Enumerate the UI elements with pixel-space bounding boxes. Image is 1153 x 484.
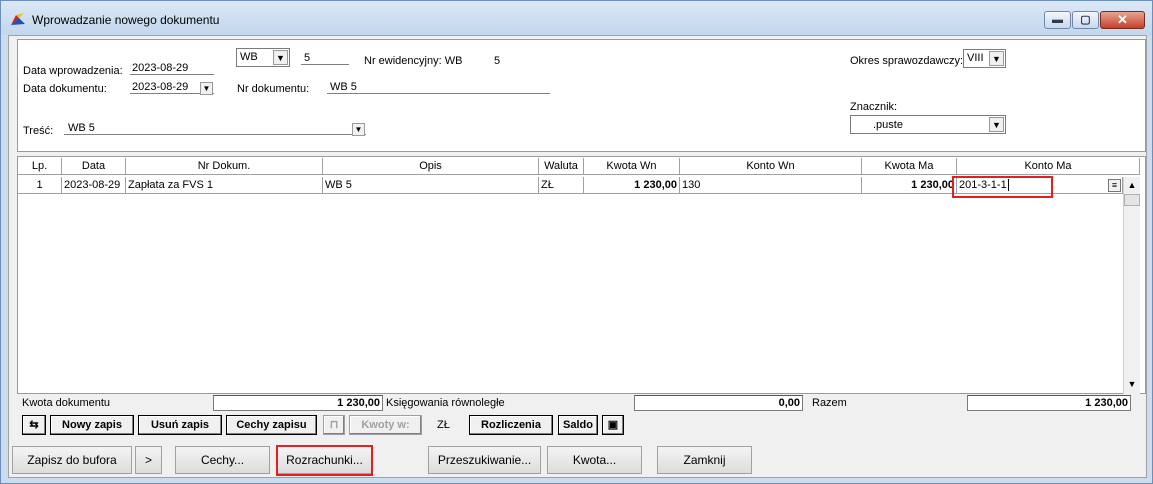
okres-value: VIII	[967, 52, 984, 64]
col-header-nr-dokum[interactable]: Nr Dokum.	[126, 158, 323, 175]
nr-ewidencyjny-value: 5	[494, 55, 501, 67]
account-lookup-icon[interactable]: ≡	[1108, 179, 1121, 192]
kwota-dokumentu-value: 1 230,00	[213, 395, 383, 411]
znacznik-value: .puste	[873, 119, 903, 131]
title-bar[interactable]: Wprowadzanie nowego dokumentu ▬ ▢ ✕	[1, 1, 1152, 35]
currency-label: ZŁ	[437, 419, 450, 431]
document-entry-window: Wprowadzanie nowego dokumentu ▬ ▢ ✕ Data…	[0, 0, 1153, 484]
window-client-area: Data wprowadzenia: 2023-08-29 Data dokum…	[8, 35, 1147, 478]
cell-kwota-ma[interactable]: 1 230,00	[862, 177, 957, 194]
cell-opis[interactable]: WB 5	[323, 177, 539, 194]
col-header-konto-wn[interactable]: Konto Wn	[680, 158, 862, 175]
cell-kwota-wn[interactable]: 1 230,00	[584, 177, 680, 194]
okres-combo[interactable]: VIII ▼	[963, 49, 1006, 68]
razem-label: Razem	[812, 397, 847, 409]
cell-waluta[interactable]: ZŁ	[539, 177, 584, 194]
zapisz-do-bufora-button[interactable]: Zapisz do bufora	[12, 446, 132, 474]
col-header-konto-ma[interactable]: Konto Ma	[957, 158, 1140, 175]
col-header-opis[interactable]: Opis	[323, 158, 539, 175]
close-icon: ✕	[1117, 12, 1128, 27]
lock-icon: ⊓	[323, 415, 345, 435]
col-header-data[interactable]: Data	[62, 158, 126, 175]
col-header-waluta[interactable]: Waluta	[539, 158, 584, 175]
nr-dokumentu-field[interactable]: WB 5	[327, 81, 550, 94]
data-dokumentu-label: Data dokumentu:	[23, 83, 107, 95]
date-picker-arrow-icon[interactable]: ▼	[200, 82, 213, 95]
znacznik-combo[interactable]: .puste ▼	[850, 115, 1006, 134]
kwota-button[interactable]: Kwota...	[547, 446, 642, 474]
document-type-value: WB	[240, 51, 258, 63]
chevron-down-icon[interactable]: ▼	[273, 50, 288, 65]
chevron-down-icon[interactable]: ▼	[989, 51, 1004, 66]
zamknij-button[interactable]: Zamknij	[657, 446, 752, 474]
znacznik-label: Znacznik:	[850, 101, 898, 113]
data-dokumentu-value: 2023-08-29	[132, 81, 189, 93]
cell-lp[interactable]: 1	[18, 177, 62, 194]
kwoty-w-button: Kwoty w:	[349, 415, 422, 435]
nowy-zapis-button[interactable]: Nowy zapis	[50, 415, 134, 435]
scroll-up-arrow-icon[interactable]: ▲	[1124, 177, 1140, 193]
window-title: Wprowadzanie nowego dokumentu	[32, 13, 220, 27]
cechy-button[interactable]: Cechy...	[175, 446, 270, 474]
usun-zapis-button[interactable]: Usuń zapis	[138, 415, 222, 435]
cechy-zapisu-button[interactable]: Cechy zapisu	[226, 415, 317, 435]
razem-value: 1 230,00	[967, 395, 1131, 411]
app-icon	[11, 13, 25, 25]
nr-dokumentu-label: Nr dokumentu:	[237, 83, 310, 95]
close-window-button[interactable]: ✕	[1100, 11, 1145, 29]
tresc-dropdown-arrow-icon[interactable]: ▼	[352, 123, 365, 136]
cell-nr-dokum[interactable]: Zapłata za FVS 1	[126, 177, 323, 194]
okres-label: Okres sprawozdawczy:	[850, 55, 964, 67]
tresc-label: Treść:	[23, 125, 54, 137]
cell-konto-wn[interactable]: 130	[680, 177, 862, 194]
ksiegowania-label: Księgowania równoległe	[386, 397, 505, 409]
data-wprowadzenia-label: Data wprowadzenia:	[23, 65, 123, 77]
col-header-lp[interactable]: Lp.	[18, 158, 62, 175]
przeszukiwanie-button[interactable]: Przeszukiwanie...	[428, 446, 541, 474]
maximize-icon: ▢	[1080, 14, 1091, 26]
maximize-button[interactable]: ▢	[1072, 11, 1099, 29]
document-header-panel: Data wprowadzenia: 2023-08-29 Data dokum…	[17, 39, 1146, 152]
grid-vertical-scrollbar[interactable]: ▲ ▼	[1123, 177, 1140, 394]
data-wprowadzenia-field[interactable]: 2023-08-29	[130, 62, 214, 75]
scroll-down-arrow-icon[interactable]: ▼	[1124, 376, 1140, 392]
ksiegowania-value: 0,00	[634, 395, 803, 411]
chevron-down-icon[interactable]: ▼	[989, 117, 1004, 132]
save-disk-icon[interactable]: ▣	[602, 415, 624, 435]
tresc-field[interactable]: WB 5	[64, 122, 366, 135]
highlight-konto-ma	[952, 176, 1053, 198]
saldo-button[interactable]: Saldo	[558, 415, 598, 435]
kwota-dokumentu-label: Kwota dokumentu	[22, 397, 111, 409]
col-header-kwota-wn[interactable]: Kwota Wn	[584, 158, 680, 175]
nr-ewidencyjny-label: Nr ewidencyjny: WB	[364, 55, 463, 67]
minimize-icon: ▬	[1052, 14, 1063, 26]
minimize-button[interactable]: ▬	[1044, 11, 1071, 29]
document-type-combo[interactable]: WB ▼	[236, 48, 290, 67]
document-number-field[interactable]: 5	[301, 52, 349, 65]
rozliczenia-button[interactable]: Rozliczenia	[469, 415, 553, 435]
entries-grid: Lp. Data Nr Dokum. Opis Waluta Kwota Wn …	[17, 156, 1146, 394]
more-options-button[interactable]: >	[135, 446, 162, 474]
switch-view-icon[interactable]: ⇆	[22, 415, 46, 435]
col-header-kwota-ma[interactable]: Kwota Ma	[862, 158, 957, 175]
cell-data[interactable]: 2023-08-29	[62, 177, 126, 194]
highlight-rozrachunki	[276, 445, 373, 476]
scroll-thumb[interactable]	[1124, 194, 1140, 206]
